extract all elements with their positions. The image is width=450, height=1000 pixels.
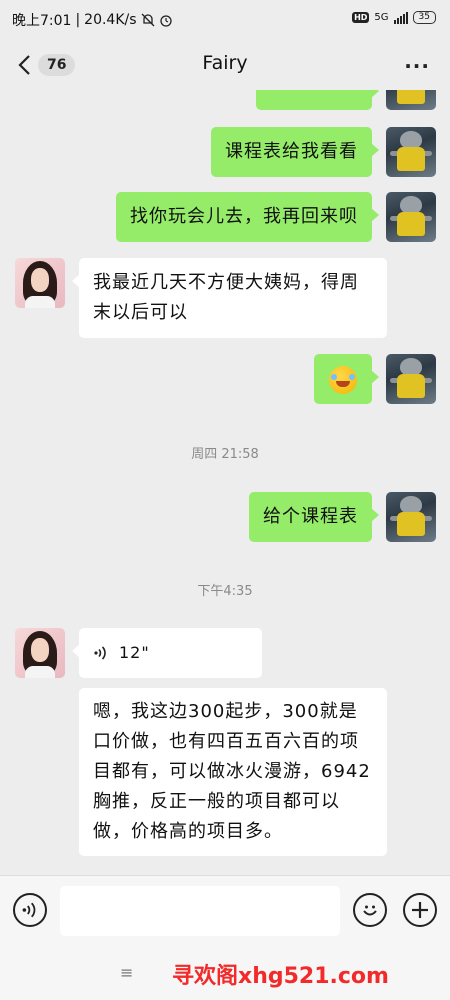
message-bubble-sent[interactable]: 找你玩会儿去，我再回来呗	[116, 192, 379, 242]
my-avatar[interactable]	[386, 192, 436, 242]
message-bubble-received[interactable]: 我最近几天不方便大姨妈，得周末以后可以	[72, 258, 387, 338]
chat-timestamp: 下午4:35	[197, 584, 253, 599]
contact-avatar[interactable]	[15, 258, 65, 308]
message-bubble-partial[interactable]	[256, 90, 379, 110]
my-avatar[interactable]	[386, 354, 436, 404]
laughing-crying-emoji-icon	[329, 366, 357, 394]
status-left: 晚上7:01 | 20.4K/s	[12, 10, 173, 30]
menu-lines-icon[interactable]: ≡	[120, 963, 133, 982]
watermark-text: 寻欢阁xhg521.com	[172, 964, 389, 989]
add-more-button[interactable]	[403, 893, 437, 927]
status-divider: |	[75, 12, 81, 28]
contact-avatar[interactable]	[15, 628, 65, 678]
voice-wave-icon	[94, 646, 106, 660]
plus-icon	[412, 902, 428, 918]
message-input-bar	[0, 875, 450, 945]
status-bar: 晚上7:01 | 20.4K/s HD 5G 35	[0, 0, 450, 40]
message-text-input[interactable]	[60, 886, 340, 936]
emoji-button[interactable]	[353, 893, 387, 927]
my-avatar[interactable]	[386, 90, 436, 110]
voice-input-button[interactable]	[13, 893, 47, 927]
system-nav-bar: ≡ 寻欢阁xhg521.com	[0, 945, 450, 1000]
mute-bell-icon	[141, 13, 155, 27]
message-bubble-sent[interactable]: 给个课程表	[249, 492, 379, 542]
voice-message-bubble[interactable]: 12"	[72, 628, 262, 678]
status-network-speed: 20.4K/s	[84, 12, 137, 28]
my-avatar[interactable]	[386, 492, 436, 542]
my-avatar[interactable]	[386, 127, 436, 177]
signal-strength-icon	[393, 11, 408, 24]
more-options-icon[interactable]: ···	[404, 54, 430, 78]
status-right: HD 5G 35	[352, 11, 436, 24]
hd-voice-icon: HD	[352, 12, 370, 23]
battery-indicator: 35	[412, 11, 436, 24]
chat-title: Fairy	[202, 52, 248, 74]
alarm-clock-icon	[159, 15, 172, 27]
smiley-face-icon	[363, 905, 377, 916]
chat-message-list[interactable]: 课程表给我看看 找你玩会儿去，我再回来呗 我最近几天不方便大姨妈，得周末以后可以…	[0, 90, 450, 875]
message-bubble-received[interactable]: 嗯，我这边300起步，300就是口价做，也有四百五百六百的项目都有，可以做冰火漫…	[79, 688, 387, 856]
status-time: 晚上7:01	[12, 13, 72, 29]
network-type-label: 5G	[374, 12, 389, 23]
chat-timestamp: 周四 21:58	[191, 447, 259, 462]
chat-header: 76 Fairy ···	[0, 40, 450, 90]
message-bubble-sent-emoji[interactable]	[314, 354, 379, 404]
voice-duration: 12"	[119, 643, 150, 662]
message-bubble-sent[interactable]: 课程表给我看看	[211, 127, 379, 177]
voice-input-icon	[22, 902, 36, 918]
